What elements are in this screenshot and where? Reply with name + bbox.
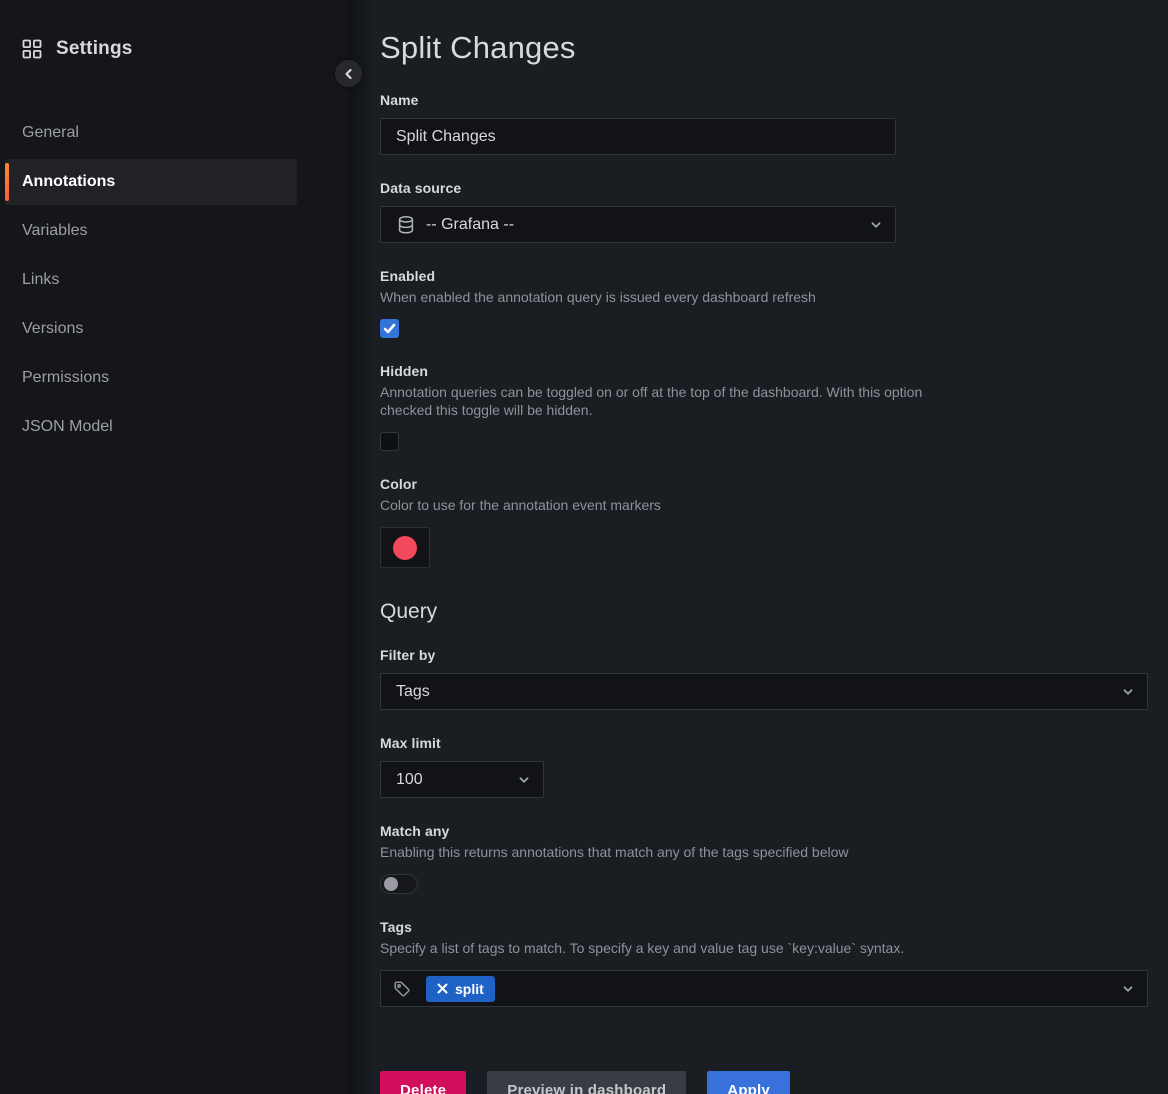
tags-input[interactable]: split	[380, 970, 1148, 1007]
sidebar-item-variables[interactable]: Variables	[0, 206, 348, 255]
data-source-label: Data source	[380, 180, 1148, 196]
max-limit-field-group: Max limit 100	[380, 735, 1148, 798]
name-label: Name	[380, 92, 1148, 108]
tags-label: Tags	[380, 919, 1148, 935]
sidebar-collapse-button[interactable]	[335, 60, 362, 87]
settings-header: Settings	[0, 0, 348, 60]
sidebar-item-versions[interactable]: Versions	[0, 304, 348, 353]
chevron-down-icon	[1121, 685, 1135, 699]
match-any-field-group: Match any Enabling this returns annotati…	[380, 823, 1148, 894]
settings-nav: General Annotations Variables Links Vers…	[0, 108, 348, 451]
data-source-value: -- Grafana --	[426, 216, 514, 234]
data-source-field-group: Data source -- Grafana --	[380, 180, 1148, 243]
data-source-select[interactable]: -- Grafana --	[380, 206, 896, 243]
apps-grid-icon	[22, 39, 42, 59]
max-limit-label: Max limit	[380, 735, 1148, 751]
filter-by-label: Filter by	[380, 647, 1148, 663]
hidden-field-group: Hidden Annotation queries can be toggled…	[380, 363, 1148, 451]
max-limit-value: 100	[396, 771, 423, 789]
hidden-checkbox[interactable]	[380, 432, 399, 451]
settings-sidebar: Settings General Annotations Variables L…	[0, 0, 348, 1094]
match-any-description: Enabling this returns annotations that m…	[380, 843, 1148, 861]
filter-by-select[interactable]: Tags	[380, 673, 1148, 710]
sidebar-item-permissions[interactable]: Permissions	[0, 353, 348, 402]
settings-title: Settings	[56, 38, 133, 60]
color-label: Color	[380, 476, 1148, 492]
name-input[interactable]	[380, 118, 896, 155]
query-section-heading: Query	[380, 600, 1148, 624]
annotation-color-dot	[393, 536, 417, 560]
color-picker[interactable]	[380, 527, 430, 568]
name-field-group: Name	[380, 92, 1148, 155]
database-icon	[396, 215, 416, 235]
sidebar-item-json-model[interactable]: JSON Model	[0, 402, 348, 451]
enabled-label: Enabled	[380, 268, 1148, 284]
filter-by-value: Tags	[396, 683, 430, 701]
actions-row: Delete Preview in dashboard Apply	[380, 1071, 1148, 1094]
sidebar-item-annotations[interactable]: Annotations	[5, 159, 297, 205]
annotation-settings-panel: Split Changes Name Data source -- Grafan…	[348, 0, 1168, 1094]
chevron-down-icon	[869, 218, 883, 232]
tag-chip-label: split	[455, 981, 484, 997]
tags-field-group: Tags Specify a list of tags to match. To…	[380, 919, 1148, 1007]
chevron-left-icon	[343, 68, 355, 80]
color-field-group: Color Color to use for the annotation ev…	[380, 476, 1148, 568]
toggle-knob	[384, 877, 398, 891]
hidden-label: Hidden	[380, 363, 1148, 379]
filter-by-field-group: Filter by Tags	[380, 647, 1148, 710]
preview-in-dashboard-button[interactable]: Preview in dashboard	[487, 1071, 686, 1094]
check-icon	[383, 322, 396, 335]
tags-description: Specify a list of tags to match. To spec…	[380, 939, 1148, 957]
tag-icon	[393, 980, 411, 998]
match-any-toggle[interactable]	[380, 874, 418, 894]
enabled-description: When enabled the annotation query is iss…	[380, 288, 1148, 306]
apply-button[interactable]: Apply	[707, 1071, 790, 1094]
chevron-down-icon	[517, 773, 531, 787]
tag-chip-split[interactable]: split	[426, 976, 495, 1002]
match-any-label: Match any	[380, 823, 1148, 839]
remove-tag-icon[interactable]	[437, 983, 448, 994]
page-title: Split Changes	[380, 30, 1148, 66]
enabled-field-group: Enabled When enabled the annotation quer…	[380, 268, 1148, 338]
color-description: Color to use for the annotation event ma…	[380, 496, 1148, 514]
enabled-checkbox[interactable]	[380, 319, 399, 338]
sidebar-item-links[interactable]: Links	[0, 255, 348, 304]
delete-button[interactable]: Delete	[380, 1071, 466, 1094]
dashboard-settings-page: Settings General Annotations Variables L…	[0, 0, 1168, 1094]
hidden-description: Annotation queries can be toggled on or …	[380, 383, 965, 419]
chevron-down-icon	[1121, 982, 1135, 996]
max-limit-select[interactable]: 100	[380, 761, 544, 798]
sidebar-item-general[interactable]: General	[0, 108, 348, 157]
